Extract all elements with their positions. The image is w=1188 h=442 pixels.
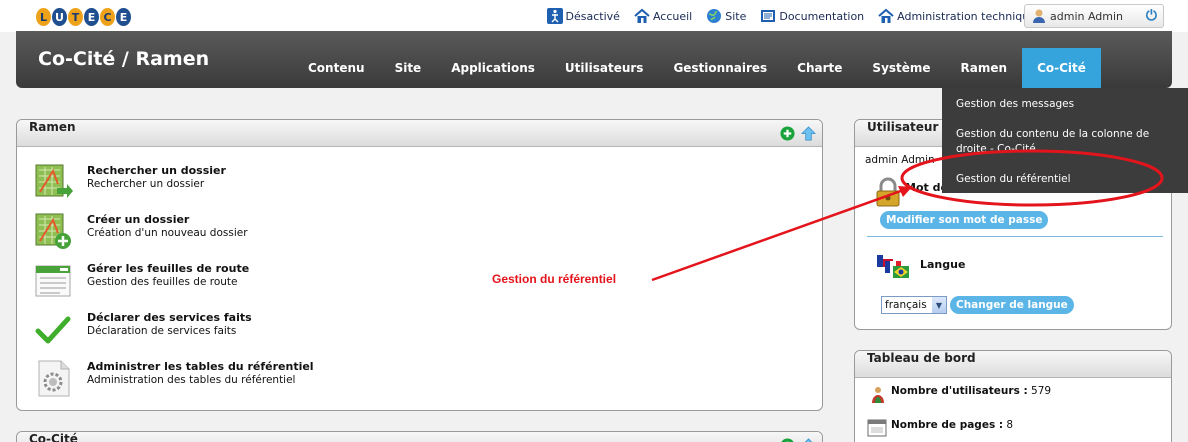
annotation-arrow — [651, 185, 913, 282]
annotation-overlay — [651, 149, 1164, 282]
annotation-ellipse — [900, 149, 1164, 207]
annotation-label: Gestion du référentiel — [492, 272, 617, 286]
